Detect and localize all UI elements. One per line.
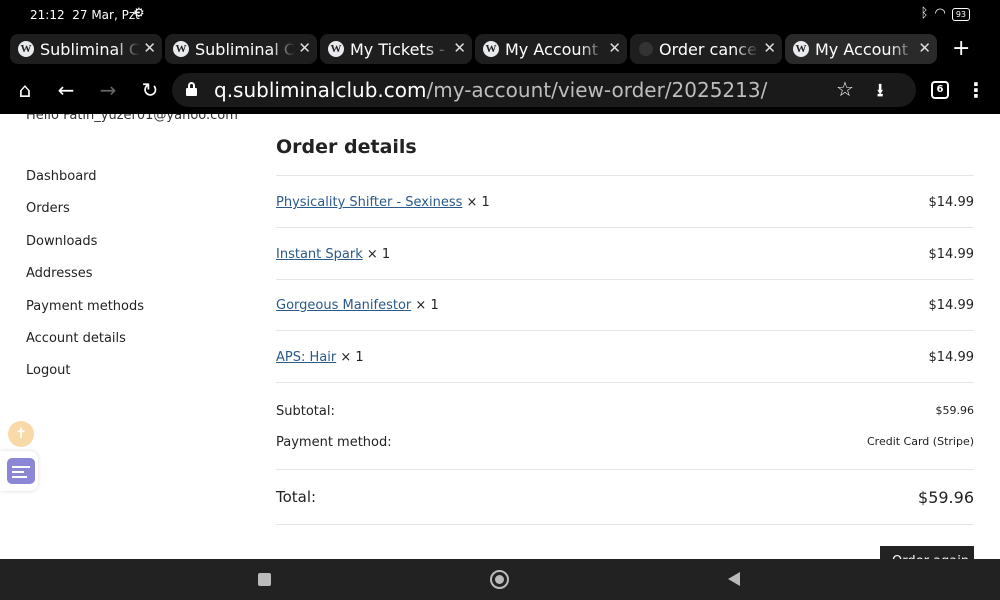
address-bar[interactable]: q.subliminalclub.com/my-account/view-ord… [172, 73, 916, 107]
reload-icon[interactable]: ↻ [138, 78, 162, 102]
divider [276, 175, 974, 176]
browser-toolbar: ⌂ ← → ↻ q.subliminalclub.com/my-account/… [0, 68, 1000, 114]
account-navigation: Dashboard Orders Downloads Addresses Pay… [26, 169, 144, 396]
battery-icon: 93 [951, 7, 970, 21]
order-item-price: $14.99 [928, 350, 975, 365]
order-item: Gorgeous Manifestor × 1 $14.99 [276, 298, 974, 313]
divider [276, 382, 974, 383]
browser-tab-5[interactable]: Order cancelled ✕ [630, 34, 782, 64]
browser-tab-2[interactable]: W Subliminal Club ✕ [165, 34, 317, 64]
lock-icon[interactable] [186, 82, 197, 96]
system-navigation-bar [0, 559, 1000, 600]
page-content: Hello Fatih_yuzer01@yahoo.com Dashboard … [0, 114, 1000, 559]
accessibility-icon[interactable]: ✝ [8, 421, 34, 447]
system-icons: ᛒ ◠ 93 [921, 6, 970, 21]
url-text[interactable]: q.subliminalclub.com/my-account/view-ord… [214, 78, 767, 102]
divider [276, 524, 974, 525]
order-details-heading: Order details [276, 136, 417, 158]
wordpress-icon: W [328, 41, 344, 57]
nav-account-details[interactable]: Account details [26, 331, 144, 363]
payment-method-row: Payment method: Credit Card (Stripe) [276, 435, 974, 450]
close-icon[interactable]: ✕ [918, 39, 931, 57]
home-circle-icon[interactable] [490, 570, 509, 589]
close-icon[interactable]: ✕ [608, 39, 621, 57]
back-arrow-icon[interactable]: ← [54, 78, 78, 102]
order-item: Instant Spark × 1 $14.99 [276, 247, 974, 262]
nav-payment-methods[interactable]: Payment methods [26, 299, 144, 331]
total-value: $59.96 [918, 488, 974, 507]
divider [276, 227, 974, 228]
order-item-link[interactable]: Instant Spark [276, 247, 363, 262]
close-icon[interactable]: ✕ [763, 39, 776, 57]
order-item: APS: Hair × 1 $14.99 [276, 350, 974, 365]
order-item-quantity: × 1 [340, 350, 364, 365]
payment-method-label: Payment method: [276, 435, 392, 450]
nav-dashboard[interactable]: Dashboard [26, 169, 144, 201]
more-menu-icon[interactable]: ⋮ [966, 78, 986, 102]
close-icon[interactable]: ✕ [143, 39, 156, 57]
subtotal-value: $59.96 [935, 404, 975, 417]
dark-circle-icon [639, 42, 653, 56]
download-icon[interactable]: ⭳ [877, 78, 883, 108]
status-bar: 21:12 27 Mar, Pzt ⚙ ᛒ ◠ 93 [0, 0, 1000, 30]
order-item-link[interactable]: Physicality Shifter - Sexiness [276, 195, 462, 210]
order-item-price: $14.99 [928, 195, 975, 210]
divider [276, 469, 974, 470]
bluetooth-icon: ᛒ [920, 6, 929, 21]
order-item-price: $14.99 [928, 247, 975, 262]
wifi-icon: ◠ [934, 6, 946, 21]
order-item-price: $14.99 [928, 298, 975, 313]
nav-addresses[interactable]: Addresses [26, 266, 144, 298]
chat-icon [7, 458, 35, 484]
account-greeting: Hello Fatih_yuzer01@yahoo.com [26, 114, 238, 123]
total-row: Total: $59.96 [276, 488, 974, 507]
divider [276, 279, 974, 280]
payment-method-value: Credit Card (Stripe) [866, 435, 974, 448]
tab-strip: W Subliminal Club ✕ W Subliminal Club ✕ … [0, 30, 1000, 68]
back-triangle-icon[interactable] [728, 572, 740, 586]
browser-tab-4[interactable]: W My Account - Subliminal ✕ [475, 34, 627, 64]
subtotal-label: Subtotal: [276, 404, 335, 419]
status-time: 21:12 27 Mar, Pzt [30, 8, 140, 22]
forward-arrow-icon[interactable]: → [96, 78, 120, 102]
nav-downloads[interactable]: Downloads [26, 234, 144, 266]
wordpress-icon: W [18, 41, 34, 57]
browser-tab-6-active[interactable]: W My Account - Subliminal ✕ [785, 34, 937, 64]
chat-widget-button[interactable] [0, 451, 38, 491]
order-item-quantity: × 1 [366, 247, 391, 262]
order-item-quantity: × 1 [466, 195, 490, 210]
subtotal-row: Subtotal: $59.96 [276, 404, 974, 419]
order-again-button[interactable]: Order again [880, 546, 974, 559]
nav-logout[interactable]: Logout [26, 363, 144, 395]
total-label: Total: [276, 488, 317, 506]
order-item: Physicality Shifter - Sexiness × 1 $14.9… [276, 195, 974, 210]
close-icon[interactable]: ✕ [298, 39, 311, 57]
order-item-link[interactable]: Gorgeous Manifestor [276, 298, 411, 313]
wordpress-icon: W [483, 41, 499, 57]
nav-orders[interactable]: Orders [26, 201, 144, 233]
bookmark-star-icon[interactable]: ☆ [836, 77, 854, 101]
new-tab-plus-icon[interactable]: + [952, 38, 970, 60]
recents-square-icon[interactable] [258, 573, 271, 586]
home-icon[interactable]: ⌂ [13, 78, 37, 102]
browser-tab-1[interactable]: W Subliminal Club ✕ [10, 34, 162, 64]
gear-icon: ⚙ [133, 6, 145, 21]
divider [276, 330, 974, 331]
wordpress-icon: W [793, 41, 809, 57]
wordpress-icon: W [173, 41, 189, 57]
order-item-quantity: × 1 [415, 298, 439, 313]
close-icon[interactable]: ✕ [453, 39, 466, 57]
browser-tab-3[interactable]: W My Tickets - Subliminal ✕ [320, 34, 472, 64]
tab-switcher-button[interactable]: 6 [931, 81, 949, 99]
order-item-link[interactable]: APS: Hair [276, 350, 336, 365]
